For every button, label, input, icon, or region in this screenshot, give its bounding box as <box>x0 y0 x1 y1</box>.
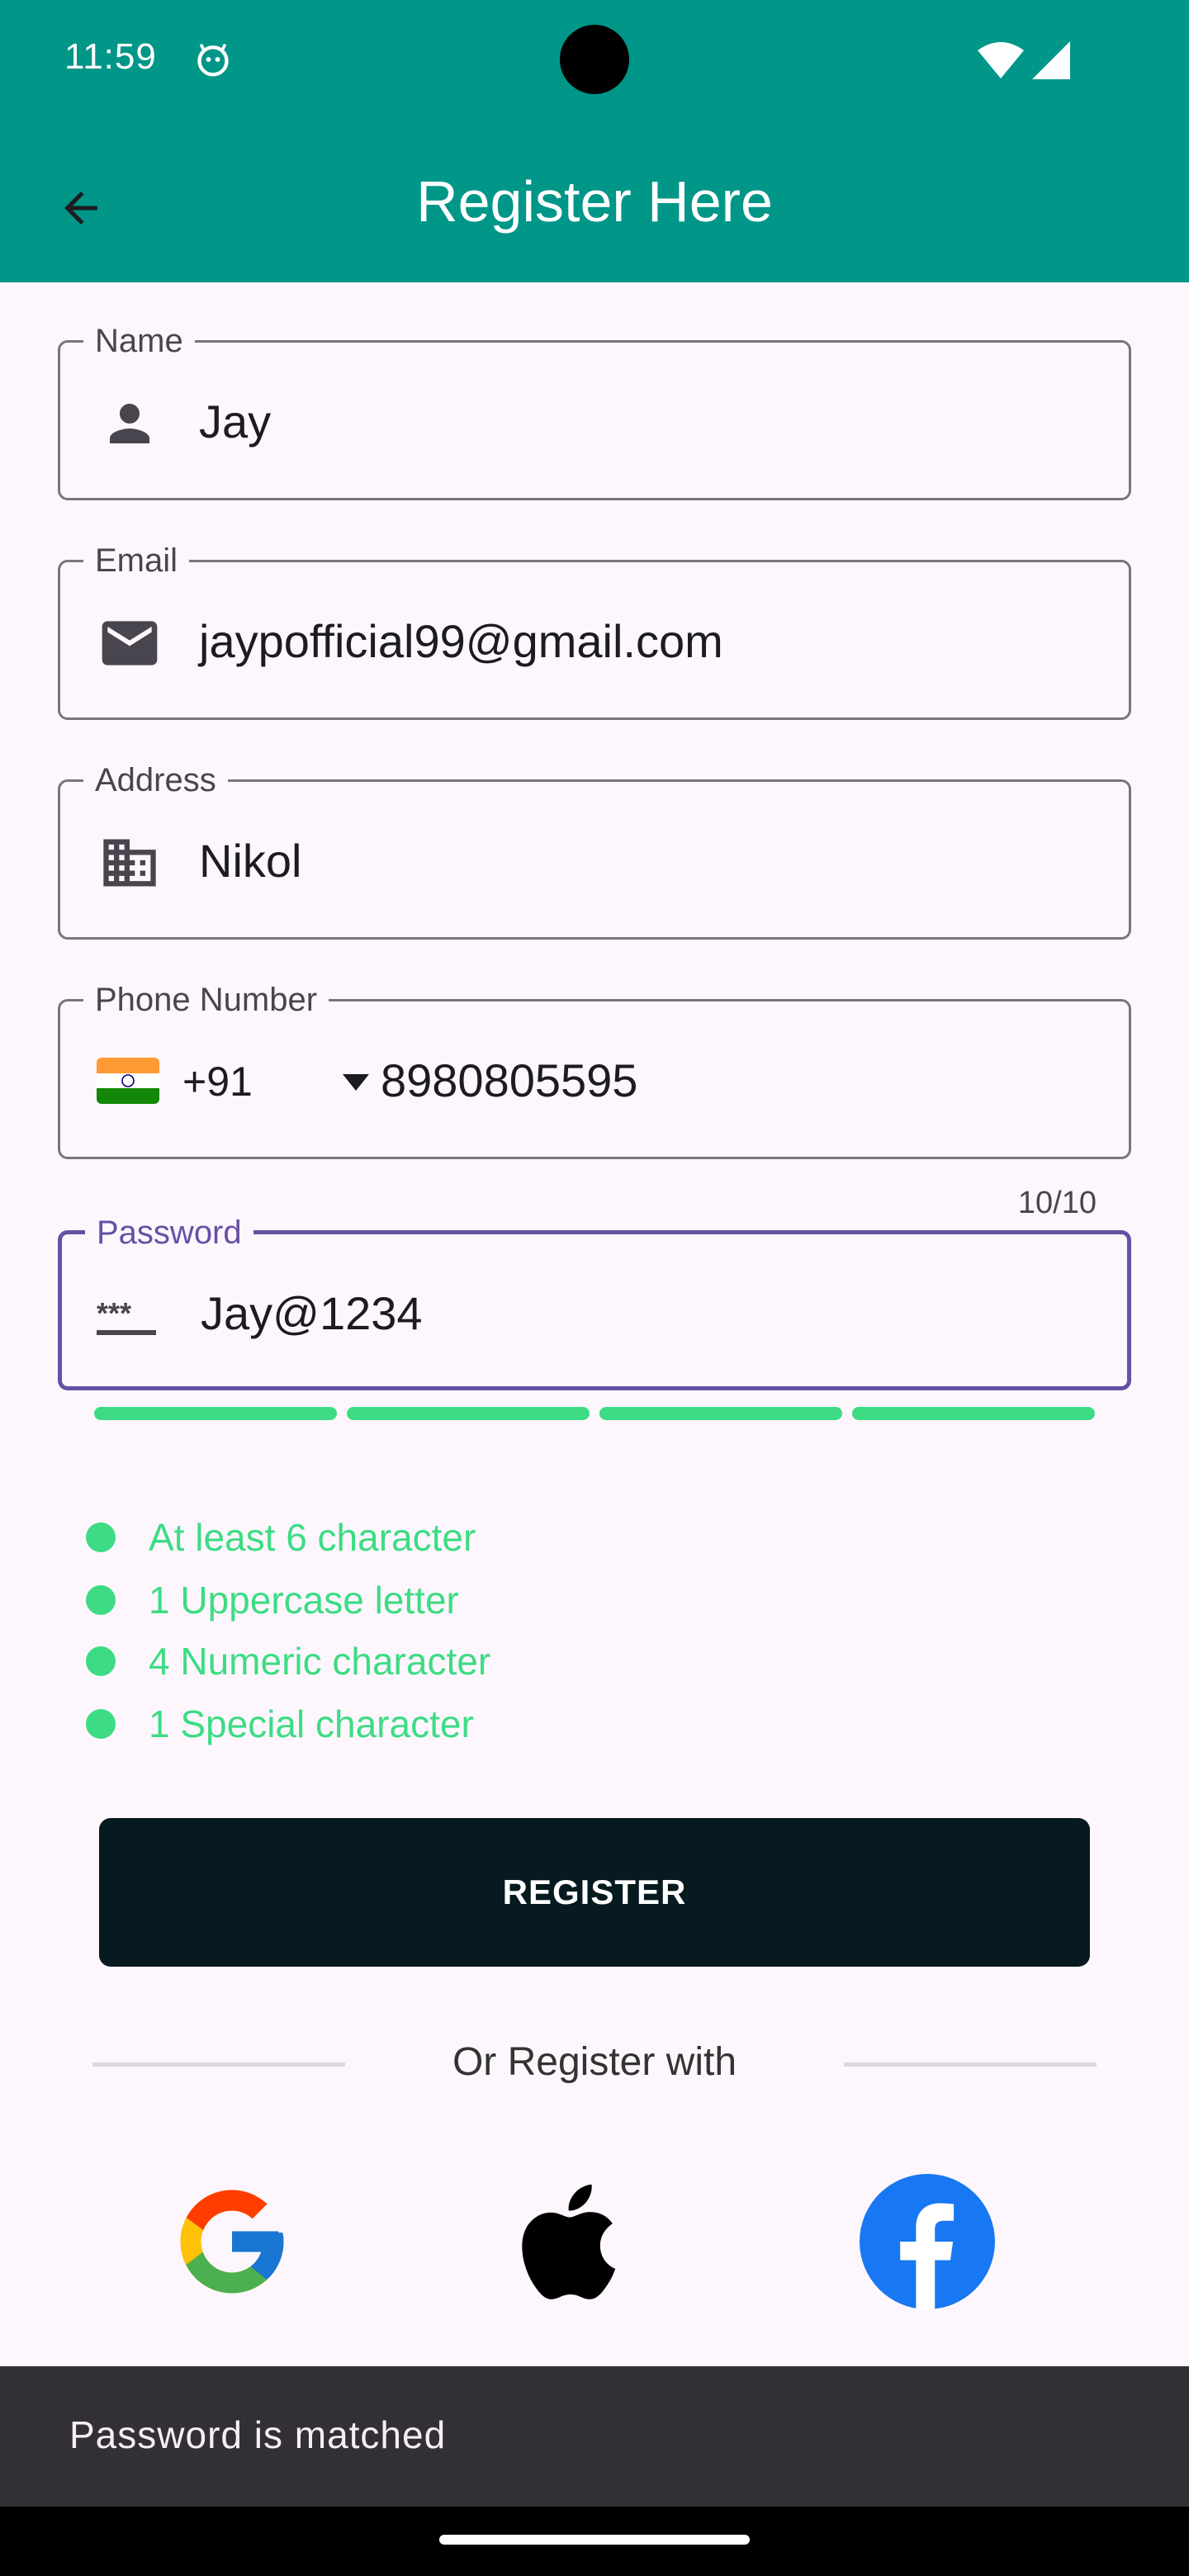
email-field[interactable]: Email jaypofficial99@gmail.com <box>58 541 1131 720</box>
dropdown-arrow-icon[interactable] <box>339 1071 372 1094</box>
name-label: Name <box>83 321 195 361</box>
address-input[interactable]: Nikol <box>199 833 301 889</box>
system-navigation-bar <box>0 2507 1189 2576</box>
status-bar: 11:59 <box>0 0 1189 117</box>
password-label: Password <box>85 1213 253 1252</box>
apple-icon <box>522 2184 616 2299</box>
password-icon: *** <box>95 1282 161 1348</box>
camera-cutout <box>560 25 629 94</box>
rule-text: 4 Numeric character <box>149 1640 491 1683</box>
facebook-icon <box>860 2174 995 2309</box>
password-counter: 10/10 <box>1017 1186 1097 1220</box>
phone-field[interactable]: Phone Number +91 8980805595 <box>58 980 1131 1159</box>
apple-sign-in-button[interactable] <box>494 2171 634 2312</box>
address-label: Address <box>83 760 228 800</box>
google-sign-in-button[interactable] <box>162 2171 302 2312</box>
strength-segment <box>347 1407 590 1420</box>
notification-app-icon <box>197 43 229 77</box>
snackbar: Password is matched <box>0 2366 1189 2507</box>
strength-segment <box>599 1407 842 1420</box>
rule-check-dot <box>86 1709 116 1739</box>
rule-check-dot <box>86 1522 116 1552</box>
rule-text: 1 Uppercase letter <box>149 1579 459 1622</box>
snackbar-message: Password is matched <box>69 2413 447 2456</box>
password-rule: At least 6 character <box>86 1513 476 1562</box>
google-icon <box>180 2190 284 2294</box>
country-code[interactable]: +91 <box>182 1056 253 1107</box>
home-gesture-handle[interactable] <box>439 2535 750 2545</box>
phone-input[interactable]: 8980805595 <box>381 1053 637 1109</box>
register-button[interactable]: REGISTER <box>99 1818 1090 1967</box>
wifi-icon <box>978 42 1024 78</box>
business-icon <box>97 830 163 896</box>
divider-line-right <box>844 2062 1097 2067</box>
strength-segment <box>94 1407 337 1420</box>
name-field[interactable]: Name Jay <box>58 321 1131 500</box>
rule-text: 1 Special character <box>149 1702 474 1745</box>
page-title: Register Here <box>416 169 773 234</box>
email-label: Email <box>83 541 190 580</box>
password-input[interactable]: Jay@1234 <box>201 1286 423 1342</box>
name-input[interactable]: Jay <box>199 394 271 450</box>
status-time: 11:59 <box>64 36 157 77</box>
password-field[interactable]: Password *** Jay@1234 <box>58 1213 1131 1390</box>
phone-label: Phone Number <box>83 980 329 1020</box>
rule-text: At least 6 character <box>149 1516 476 1559</box>
facebook-sign-in-button[interactable] <box>857 2171 997 2312</box>
mail-icon <box>97 610 163 676</box>
strength-segment <box>852 1407 1095 1420</box>
person-icon <box>97 391 163 457</box>
rule-check-dot <box>86 1585 116 1615</box>
password-rule: 4 Numeric character <box>86 1636 490 1686</box>
address-field[interactable]: Address Nikol <box>58 760 1131 940</box>
rule-check-dot <box>86 1646 116 1676</box>
email-input[interactable]: jaypofficial99@gmail.com <box>199 613 723 670</box>
svg-text:***: *** <box>97 1296 131 1330</box>
app-bar: Register Here <box>0 117 1189 282</box>
password-rule: 1 Uppercase letter <box>86 1575 459 1625</box>
india-flag-icon[interactable] <box>97 1058 159 1104</box>
password-rule: 1 Special character <box>86 1699 474 1749</box>
cellular-signal-icon <box>1032 41 1070 79</box>
